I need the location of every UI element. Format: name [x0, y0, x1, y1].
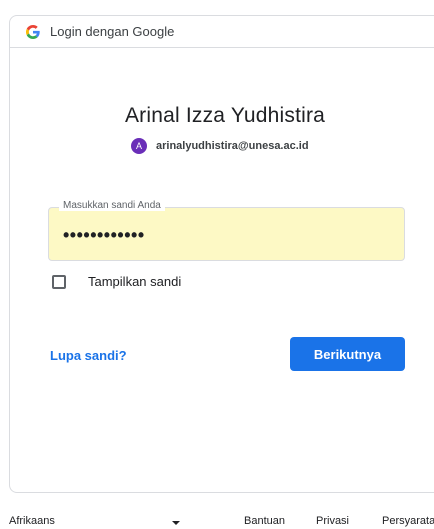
password-label: Masukkan sandi Anda — [59, 200, 165, 211]
language-select[interactable]: Afrikaans — [9, 515, 55, 527]
card-header: Login dengan Google — [10, 16, 434, 48]
help-link[interactable]: Bantuan — [244, 515, 285, 527]
forgot-password-link[interactable]: Lupa sandi? — [50, 348, 127, 363]
chevron-down-icon[interactable] — [172, 521, 180, 525]
next-button[interactable]: Berikutnya — [290, 337, 405, 371]
account-email: arinalyudhistira@unesa.ac.id — [156, 140, 309, 152]
password-value[interactable]: •••••••••••• — [63, 226, 145, 244]
terms-link[interactable]: Persyaratan — [382, 515, 434, 527]
login-card: Login dengan Google Arinal Izza Yudhisti… — [9, 15, 434, 493]
show-password-checkbox[interactable] — [52, 274, 66, 289]
show-password-label: Tampilkan sandi — [88, 274, 182, 289]
password-field[interactable]: Masukkan sandi Anda •••••••••••• — [48, 200, 405, 261]
privacy-link[interactable]: Privasi — [316, 515, 349, 527]
language-label: Afrikaans — [9, 515, 55, 527]
google-g-icon — [26, 24, 40, 39]
footer: Afrikaans Bantuan Privasi Persyaratan — [0, 515, 434, 529]
account-chip[interactable]: A arinalyudhistira@unesa.ac.id — [131, 138, 309, 154]
header-title: Login dengan Google — [50, 24, 175, 39]
avatar: A — [131, 138, 147, 154]
show-password-toggle[interactable]: Tampilkan sandi — [52, 274, 181, 289]
account-name: Arinal Izza Yudhistira — [124, 104, 326, 127]
